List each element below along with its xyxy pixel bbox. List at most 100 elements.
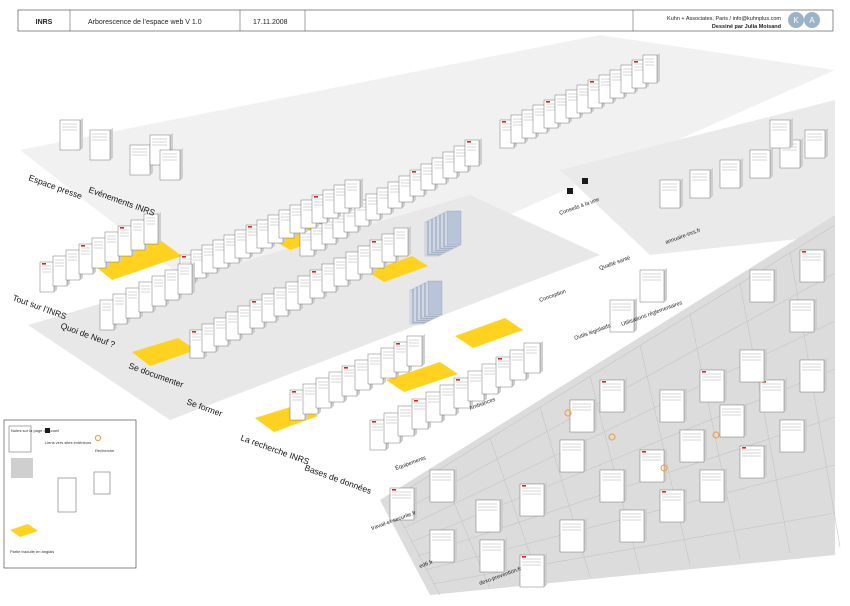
page-card — [475, 498, 503, 533]
card-face — [475, 499, 501, 533]
new-item-tag — [372, 241, 376, 243]
card-face — [659, 389, 685, 423]
card-face — [599, 469, 625, 503]
zone-label-recherche: La recherche INRS — [239, 432, 311, 466]
card-side — [500, 498, 503, 532]
card-side — [454, 528, 457, 562]
page-card — [129, 143, 153, 176]
new-item-tag — [522, 485, 526, 487]
card-face — [559, 519, 585, 553]
new-item-tag — [502, 121, 506, 123]
card-side — [408, 226, 411, 256]
card-face — [467, 370, 485, 402]
page-card — [719, 158, 743, 189]
zone-label-bases: Bases de données — [303, 462, 373, 495]
card-side — [814, 298, 817, 332]
card-face — [639, 269, 665, 303]
card-side — [664, 268, 667, 302]
card-face — [639, 449, 665, 483]
new-item-tag — [292, 391, 296, 393]
card-face — [599, 379, 625, 413]
page-card — [804, 128, 828, 159]
card-side — [684, 388, 687, 422]
page-card — [799, 248, 827, 283]
new-item-tag — [120, 227, 124, 229]
sitemap-diagram: INRS Arborescence de l’espace web V 1.0 … — [3, 9, 841, 596]
card-face — [479, 539, 505, 573]
card-side — [540, 341, 543, 373]
page-card — [749, 148, 773, 179]
card-side — [80, 118, 83, 150]
card-side — [724, 368, 727, 402]
card-face — [65, 249, 81, 281]
new-item-tag — [182, 256, 186, 258]
card-face — [177, 263, 193, 295]
card-side — [770, 148, 773, 178]
card-face — [354, 359, 371, 391]
page-card — [159, 148, 183, 181]
card-side — [824, 248, 827, 282]
new-item-tag — [602, 381, 606, 383]
card-face — [523, 342, 541, 374]
card-face — [78, 243, 94, 275]
card-face — [739, 445, 765, 479]
page-card — [759, 378, 787, 413]
card-face — [328, 371, 345, 403]
page-card — [519, 553, 547, 588]
page-card — [799, 358, 827, 393]
page-card — [659, 388, 687, 423]
new-item-tag — [590, 81, 594, 83]
site-label-equipements: Équipements — [394, 454, 427, 472]
page-card — [659, 488, 687, 523]
card-side — [624, 468, 627, 502]
card-face — [559, 439, 585, 473]
card-face — [367, 353, 384, 385]
header-bar: INRS Arborescence de l’espace web V 1.0 … — [17, 9, 834, 32]
page-card — [699, 468, 727, 503]
new-item-tag — [414, 400, 418, 402]
card-face — [619, 509, 645, 543]
new-item-tag — [392, 489, 396, 491]
card-side — [584, 438, 587, 472]
page-card — [559, 518, 587, 553]
card-face — [425, 391, 443, 423]
card-face — [453, 377, 471, 409]
card-side — [740, 158, 743, 188]
card-face — [151, 275, 167, 307]
page-card — [599, 378, 627, 413]
card-face — [519, 554, 545, 588]
new-item-tag — [702, 371, 706, 373]
page-card — [429, 528, 457, 563]
legend-card-sample — [93, 471, 111, 495]
page-card — [689, 168, 713, 199]
card-face — [164, 269, 180, 301]
new-item-tag — [546, 101, 550, 103]
page-card — [779, 418, 807, 453]
card-side — [479, 138, 482, 166]
card-side — [544, 482, 547, 516]
page-card — [406, 334, 425, 367]
legend-link-label: Liens vers sites extérieurs — [45, 440, 91, 445]
site-label-outils-legislatifs: Outils législatifs — [574, 323, 612, 342]
author-credit: Dessiné par Julia Moisand — [712, 24, 781, 30]
legend-search-label: Recherche — [95, 448, 115, 453]
card-face — [39, 261, 55, 293]
card-side — [360, 178, 363, 208]
page-card — [659, 178, 683, 209]
page-card — [769, 118, 793, 149]
card-face — [659, 489, 685, 523]
card-side — [724, 468, 727, 502]
card-side — [804, 418, 807, 452]
card-side — [644, 508, 647, 542]
card-side — [710, 168, 713, 198]
card-side — [454, 468, 457, 502]
site-label-conception: Conception — [539, 289, 567, 304]
card-face — [89, 129, 111, 161]
external-link-badge — [582, 178, 588, 184]
card-face — [699, 469, 725, 503]
new-item-tag — [662, 491, 666, 493]
card-face — [495, 356, 513, 388]
sitemap-page: INRS Arborescence de l’espace web V 1.0 … — [0, 0, 850, 601]
card-face — [406, 335, 423, 367]
page-card — [719, 403, 747, 438]
